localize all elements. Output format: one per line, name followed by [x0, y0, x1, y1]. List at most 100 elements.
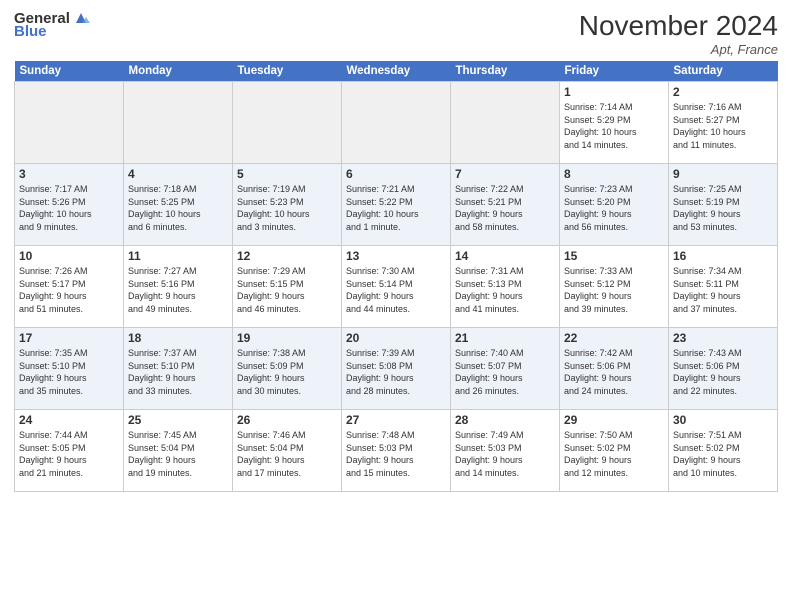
calendar-cell: 28Sunrise: 7:49 AM Sunset: 5:03 PM Dayli…	[451, 410, 560, 492]
calendar-cell: 17 Sunrise: 7:35 AM Sunset: 5:10 PM Dayli…	[15, 328, 124, 410]
calendar-cell: 3Sunrise: 7:17 AM Sunset: 5:26 PM Daylig…	[15, 164, 124, 246]
day-number: 7	[455, 167, 555, 181]
calendar-container: General Blue November 2024 Apt, France S…	[0, 0, 792, 498]
calendar-week-row: 17 Sunrise: 7:35 AM Sunset: 5:10 PM Dayli…	[15, 328, 778, 410]
calendar-cell: 23 Sunrise: 7:43 AM Sunset: 5:06 PM Dayli…	[669, 328, 778, 410]
day-info: Sunrise: 7:48 AM Sunset: 5:03 PM Dayligh…	[346, 429, 446, 479]
logo-blue: Blue	[14, 23, 47, 40]
calendar-cell: 1 Sunrise: 7:14 AM Sunset: 5:29 PM Daylig…	[560, 82, 669, 164]
day-number: 20	[346, 331, 446, 345]
day-info: Sunrise: 7:46 AM Sunset: 5:04 PM Dayligh…	[237, 429, 337, 479]
logo: General Blue	[14, 10, 90, 40]
calendar-cell: 4Sunrise: 7:18 AM Sunset: 5:25 PM Daylig…	[124, 164, 233, 246]
calendar-week-row: 24 Sunrise: 7:44 AM Sunset: 5:05 PM Dayli…	[15, 410, 778, 492]
header-row: General Blue November 2024 Apt, France	[14, 10, 778, 57]
day-number: 26	[237, 413, 337, 427]
weekday-header-wednesday: Wednesday	[342, 61, 451, 82]
weekday-header-saturday: Saturday	[669, 61, 778, 82]
day-info: Sunrise: 7:38 AM Sunset: 5:09 PM Dayligh…	[237, 347, 337, 397]
day-number: 14	[455, 249, 555, 263]
day-number: 25	[128, 413, 228, 427]
day-info: Sunrise: 7:37 AM Sunset: 5:10 PM Dayligh…	[128, 347, 228, 397]
day-number: 13	[346, 249, 446, 263]
calendar-cell: 26 Sunrise: 7:46 AM Sunset: 5:04 PM Dayli…	[233, 410, 342, 492]
day-info: Sunrise: 7:30 AM Sunset: 5:14 PM Dayligh…	[346, 265, 446, 315]
calendar-cell	[233, 82, 342, 164]
calendar-cell: 5 Sunrise: 7:19 AM Sunset: 5:23 PM Daylig…	[233, 164, 342, 246]
day-number: 9	[673, 167, 773, 181]
title-section: November 2024 Apt, France	[579, 10, 778, 57]
day-info: Sunrise: 7:27 AM Sunset: 5:16 PM Dayligh…	[128, 265, 228, 315]
calendar-cell	[342, 82, 451, 164]
day-info: Sunrise: 7:51 AM Sunset: 5:02 PM Dayligh…	[673, 429, 773, 479]
day-info: Sunrise: 7:44 AM Sunset: 5:05 PM Dayligh…	[19, 429, 119, 479]
day-number: 2	[673, 85, 773, 99]
calendar-cell: 11 Sunrise: 7:27 AM Sunset: 5:16 PM Dayli…	[124, 246, 233, 328]
calendar-cell: 24 Sunrise: 7:44 AM Sunset: 5:05 PM Dayli…	[15, 410, 124, 492]
day-number: 21	[455, 331, 555, 345]
calendar-cell	[451, 82, 560, 164]
day-number: 15	[564, 249, 664, 263]
day-info: Sunrise: 7:26 AM Sunset: 5:17 PM Dayligh…	[19, 265, 119, 315]
day-info: Sunrise: 7:39 AM Sunset: 5:08 PM Dayligh…	[346, 347, 446, 397]
weekday-header-row: SundayMondayTuesdayWednesdayThursdayFrid…	[15, 61, 778, 82]
calendar-cell: 8 Sunrise: 7:23 AM Sunset: 5:20 PM Daylig…	[560, 164, 669, 246]
day-info: Sunrise: 7:31 AM Sunset: 5:13 PM Dayligh…	[455, 265, 555, 315]
day-number: 19	[237, 331, 337, 345]
day-info: Sunrise: 7:35 AM Sunset: 5:10 PM Dayligh…	[19, 347, 119, 397]
day-info: Sunrise: 7:19 AM Sunset: 5:23 PM Dayligh…	[237, 183, 337, 233]
day-info: Sunrise: 7:34 AM Sunset: 5:11 PM Dayligh…	[673, 265, 773, 315]
day-info: Sunrise: 7:21 AM Sunset: 5:22 PM Dayligh…	[346, 183, 446, 233]
day-number: 10	[19, 249, 119, 263]
calendar-cell: 13 Sunrise: 7:30 AM Sunset: 5:14 PM Dayli…	[342, 246, 451, 328]
calendar-cell: 30 Sunrise: 7:51 AM Sunset: 5:02 PM Dayli…	[669, 410, 778, 492]
day-number: 1	[564, 85, 664, 99]
calendar-cell: 2Sunrise: 7:16 AM Sunset: 5:27 PM Daylig…	[669, 82, 778, 164]
calendar-cell: 21Sunrise: 7:40 AM Sunset: 5:07 PM Dayli…	[451, 328, 560, 410]
calendar-cell: 6 Sunrise: 7:21 AM Sunset: 5:22 PM Daylig…	[342, 164, 451, 246]
logo-icon	[72, 9, 90, 27]
day-number: 5	[237, 167, 337, 181]
day-number: 29	[564, 413, 664, 427]
day-info: Sunrise: 7:23 AM Sunset: 5:20 PM Dayligh…	[564, 183, 664, 233]
day-number: 23	[673, 331, 773, 345]
calendar-cell	[15, 82, 124, 164]
day-number: 8	[564, 167, 664, 181]
calendar-cell: 10 Sunrise: 7:26 AM Sunset: 5:17 PM Dayli…	[15, 246, 124, 328]
weekday-header-sunday: Sunday	[15, 61, 124, 82]
calendar-cell: 15 Sunrise: 7:33 AM Sunset: 5:12 PM Dayli…	[560, 246, 669, 328]
day-info: Sunrise: 7:42 AM Sunset: 5:06 PM Dayligh…	[564, 347, 664, 397]
calendar-cell: 12 Sunrise: 7:29 AM Sunset: 5:15 PM Dayli…	[233, 246, 342, 328]
month-title: November 2024	[579, 10, 778, 42]
day-info: Sunrise: 7:43 AM Sunset: 5:06 PM Dayligh…	[673, 347, 773, 397]
day-info: Sunrise: 7:29 AM Sunset: 5:15 PM Dayligh…	[237, 265, 337, 315]
weekday-header-tuesday: Tuesday	[233, 61, 342, 82]
day-number: 17	[19, 331, 119, 345]
calendar-cell: 27 Sunrise: 7:48 AM Sunset: 5:03 PM Dayli…	[342, 410, 451, 492]
day-number: 6	[346, 167, 446, 181]
day-info: Sunrise: 7:18 AM Sunset: 5:25 PM Dayligh…	[128, 183, 228, 233]
calendar-cell: 16Sunrise: 7:34 AM Sunset: 5:11 PM Dayli…	[669, 246, 778, 328]
day-number: 12	[237, 249, 337, 263]
location: Apt, France	[579, 42, 778, 57]
day-number: 27	[346, 413, 446, 427]
calendar-cell: 18 Sunrise: 7:37 AM Sunset: 5:10 PM Dayli…	[124, 328, 233, 410]
day-info: Sunrise: 7:45 AM Sunset: 5:04 PM Dayligh…	[128, 429, 228, 479]
day-info: Sunrise: 7:14 AM Sunset: 5:29 PM Dayligh…	[564, 101, 664, 151]
day-number: 18	[128, 331, 228, 345]
day-number: 30	[673, 413, 773, 427]
day-info: Sunrise: 7:17 AM Sunset: 5:26 PM Dayligh…	[19, 183, 119, 233]
day-number: 24	[19, 413, 119, 427]
day-info: Sunrise: 7:25 AM Sunset: 5:19 PM Dayligh…	[673, 183, 773, 233]
calendar-cell: 14 Sunrise: 7:31 AM Sunset: 5:13 PM Dayli…	[451, 246, 560, 328]
calendar-cell: 29 Sunrise: 7:50 AM Sunset: 5:02 PM Dayli…	[560, 410, 669, 492]
day-info: Sunrise: 7:33 AM Sunset: 5:12 PM Dayligh…	[564, 265, 664, 315]
calendar-table: SundayMondayTuesdayWednesdayThursdayFrid…	[14, 61, 778, 492]
day-number: 28	[455, 413, 555, 427]
calendar-week-row: 3Sunrise: 7:17 AM Sunset: 5:26 PM Daylig…	[15, 164, 778, 246]
day-info: Sunrise: 7:22 AM Sunset: 5:21 PM Dayligh…	[455, 183, 555, 233]
day-info: Sunrise: 7:50 AM Sunset: 5:02 PM Dayligh…	[564, 429, 664, 479]
day-number: 11	[128, 249, 228, 263]
calendar-cell: 22Sunrise: 7:42 AM Sunset: 5:06 PM Dayli…	[560, 328, 669, 410]
calendar-cell: 25 Sunrise: 7:45 AM Sunset: 5:04 PM Dayli…	[124, 410, 233, 492]
